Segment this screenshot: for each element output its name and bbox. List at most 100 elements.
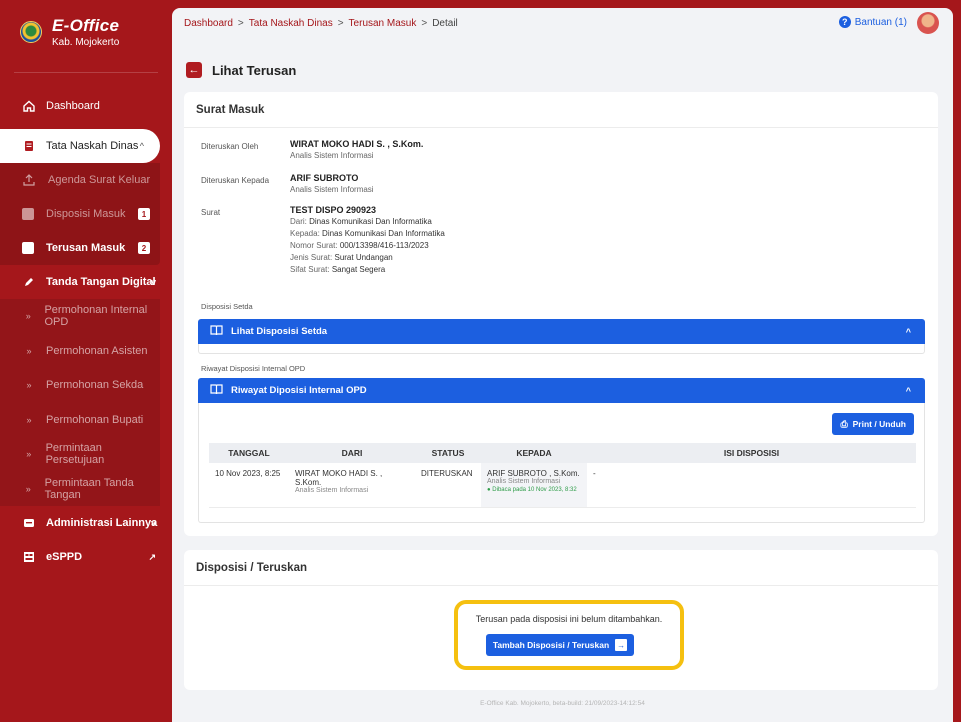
riwayat-label: Riwayat Disposisi Internal OPD (201, 364, 306, 373)
sidebar-divider (14, 72, 158, 73)
cell-isi: - (587, 463, 916, 508)
book-icon (210, 324, 223, 339)
print-label: Print / Unduh (852, 419, 906, 429)
question-icon: ? (838, 16, 851, 28)
chevron-up-icon: ^ (139, 141, 144, 151)
footer: E-Office Kab. Mojokerto, beta-build: 21/… (480, 700, 645, 707)
table-header-row: TANGGAL DARI STATUS KEPADA ISI DISPOSISI (209, 443, 916, 463)
main-content: Dashboard > Tata Naskah Dinas > Terusan … (172, 8, 953, 722)
mail-icon (22, 516, 36, 530)
surat-masuk-card: Surat Masuk Diteruskan Oleh WIRAT MOKO H… (184, 92, 938, 536)
sidebar-item-permintaan-tanda-tangan[interactable]: » Permintaan Tanda Tangan (0, 472, 160, 507)
disposisi-setda-accordion[interactable]: Lihat Disposisi Setda ^ (198, 319, 925, 344)
kabupaten-logo-icon (20, 21, 42, 43)
recipient-role: Analis Sistem Informasi (290, 185, 374, 194)
surat-kepada: Kepada: Dinas Komunikasi Dan Informatika (290, 229, 445, 238)
kepada-name: ARIF SUBROTO , S.Kom. (487, 469, 580, 478)
sender-role: Analis Sistem Informasi (290, 151, 374, 160)
diteruskan-kepada-value: ARIF SUBROTO Analis Sistem Informasi (290, 172, 374, 196)
breadcrumb-dashboard[interactable]: Dashboard (184, 18, 233, 29)
sidebar: E-Office Kab. Mojokerto Dashboard Tata N… (0, 0, 172, 722)
sidebar-item-tata-naskah-dinas[interactable]: Tata Naskah Dinas ^ (0, 129, 160, 163)
sidebar-item-label: Permohonan Bupati (46, 413, 144, 426)
diteruskan-kepada-label: Diteruskan Kepada (201, 176, 270, 185)
card-title: Surat Masuk (184, 92, 938, 128)
help-button[interactable]: ? Bantuan (1) (838, 16, 907, 28)
breadcrumb-current: Detail (432, 17, 458, 29)
surat-sifat: Sifat Surat: Sangat Segera (290, 265, 386, 274)
double-chevron-icon: » (25, 311, 31, 322)
surat-label: Surat (201, 208, 221, 217)
recipient-name: ARIF SUBROTO (290, 173, 359, 183)
dari-role: Analis Sistem Informasi (295, 487, 369, 494)
sidebar-item-label: Permohonan Internal OPD (44, 304, 148, 329)
back-button[interactable]: ← (186, 62, 202, 78)
inbox-icon (22, 208, 34, 220)
sidebar-item-permohonan-sekda[interactable]: » Permohonan Sekda (0, 368, 160, 403)
disposisi-setda-label: Disposisi Setda (201, 302, 253, 311)
double-chevron-icon: » (26, 380, 32, 391)
count-badge: 1 (138, 208, 150, 220)
sidebar-item-label: Tata Naskah Dinas (46, 140, 139, 152)
home-icon (22, 99, 36, 113)
sidebar-item-disposisi-masuk[interactable]: Disposisi Masuk 1 (0, 197, 160, 231)
page-title: Lihat Terusan (212, 62, 297, 78)
sidebar-item-dashboard[interactable]: Dashboard (0, 89, 172, 123)
external-link-icon: ↗ (148, 551, 156, 562)
sidebar-item-label: Permohonan Asisten (46, 344, 148, 357)
document-list-icon (22, 550, 36, 564)
dari-name: WIRAT MOKO HADI S. , S.Kom. (295, 469, 383, 487)
help-label: Bantuan (1) (854, 16, 907, 28)
column-header: STATUS (415, 443, 481, 463)
accordion-title: Riwayat Diposisi Internal OPD (231, 385, 367, 396)
print-button[interactable]: ⎙ Print / Unduh (832, 413, 914, 435)
cell-tanggal: 10 Nov 2023, 8:25 (209, 463, 289, 508)
disposisi-teruskan-card: Disposisi / Teruskan Terusan pada dispos… (184, 550, 938, 690)
sidebar-item-permohonan-internal-opd[interactable]: » Permohonan Internal OPD (0, 299, 160, 334)
chevron-down-icon: v (150, 277, 156, 287)
empty-state-highlight: Terusan pada disposisi ini belum ditamba… (454, 600, 684, 670)
avatar[interactable] (917, 12, 939, 34)
count-badge: 2 (138, 242, 150, 254)
breadcrumb-separator: > (421, 17, 428, 29)
upload-icon (22, 173, 36, 187)
accordion-title: Lihat Disposisi Setda (231, 326, 328, 337)
column-header: KEPADA (481, 443, 587, 463)
sidebar-item-label: eSPPD (46, 551, 83, 563)
surat-nomor: Nomor Surat: 000/13398/416-113/2023 (290, 241, 429, 250)
sidebar-item-label: Agenda Surat Keluar (48, 174, 151, 186)
sidebar-item-administrasi-lainnya[interactable]: Administrasi Lainnya v (0, 506, 172, 540)
pen-icon (22, 275, 36, 289)
add-disposisi-button[interactable]: Tambah Disposisi / Teruskan → (486, 634, 634, 656)
forward-inbox-icon (22, 242, 34, 254)
diteruskan-oleh-label: Diteruskan Oleh (201, 142, 259, 151)
diteruskan-oleh-value: WIRAT MOKO HADI S. , S.Kom. Analis Siste… (290, 138, 423, 162)
breadcrumb-separator: > (237, 17, 244, 29)
riwayat-disposisi-accordion[interactable]: Riwayat Diposisi Internal OPD ^ (198, 378, 925, 403)
brand[interactable]: E-Office Kab. Mojokerto (0, 0, 172, 64)
arrow-left-icon: ← (188, 64, 200, 76)
column-header: ISI DISPOSISI (587, 443, 916, 463)
sidebar-item-esppd[interactable]: eSPPD ↗ (0, 540, 172, 574)
sidebar-item-permintaan-persetujuan[interactable]: » Permintaan Persetujuan (0, 437, 160, 472)
sidebar-item-tanda-tangan-digital[interactable]: Tanda Tangan Digital v (0, 265, 172, 299)
surat-jenis: Jenis Surat: Surat Undangan (290, 253, 393, 262)
sidebar-item-label: Permintaan Persetujuan (45, 442, 105, 467)
breadcrumb-tata-naskah-dinas[interactable]: Tata Naskah Dinas (249, 18, 333, 29)
sidebar-item-agenda-surat-keluar[interactable]: Agenda Surat Keluar (0, 163, 160, 197)
sidebar-item-permohonan-asisten[interactable]: » Permohonan Asisten (0, 334, 160, 369)
table-row: 10 Nov 2023, 8:25 WIRAT MOKO HADI S. , S… (209, 463, 916, 508)
add-disposisi-label: Tambah Disposisi / Teruskan (492, 640, 610, 650)
empty-state-text: Terusan pada disposisi ini belum ditamba… (475, 614, 663, 624)
breadcrumb-terusan-masuk[interactable]: Terusan Masuk (349, 18, 417, 29)
sidebar-item-label: Administrasi Lainnya (46, 517, 158, 529)
disposisi-setda-panel (198, 344, 925, 354)
column-header: DARI (289, 443, 415, 463)
kepada-role: Analis Sistem Informasi (487, 478, 561, 485)
sidebar-item-label: Tanda Tangan Digital (46, 276, 156, 288)
double-chevron-icon: » (26, 414, 32, 425)
sidebar-item-terusan-masuk[interactable]: Terusan Masuk 2 (0, 231, 160, 265)
document-icon (22, 139, 36, 153)
sidebar-item-label: Permintaan Tanda Tangan (44, 476, 134, 501)
sidebar-item-permohonan-bupati[interactable]: » Permohonan Bupati (0, 403, 160, 438)
